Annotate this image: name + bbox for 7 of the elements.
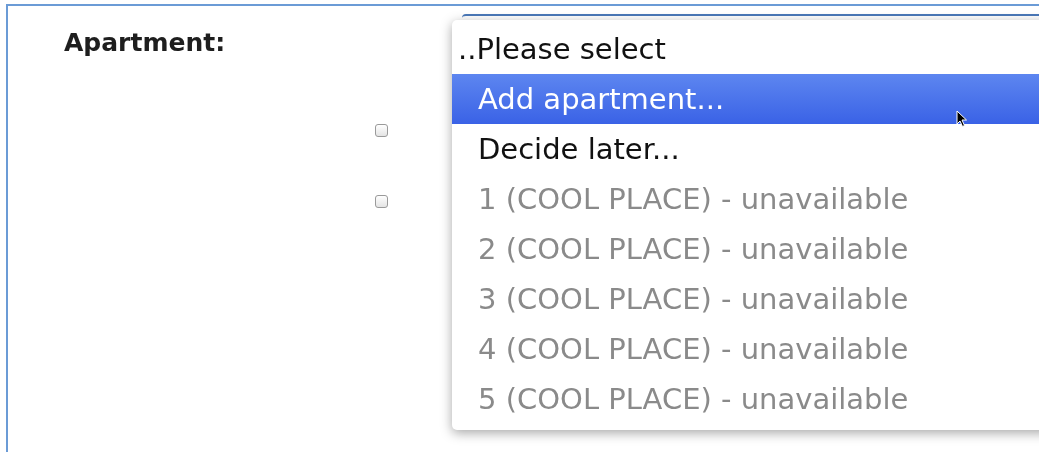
dropdown-option[interactable]: ..Please select (452, 24, 1039, 74)
cursor-icon (956, 110, 968, 128)
dropdown-option[interactable]: Decide later... (452, 124, 1039, 174)
field-label: Apartment: (64, 28, 226, 57)
checkbox[interactable] (375, 124, 388, 137)
checkbox[interactable] (375, 195, 388, 208)
dropdown-option[interactable]: Add apartment... (452, 74, 1039, 124)
